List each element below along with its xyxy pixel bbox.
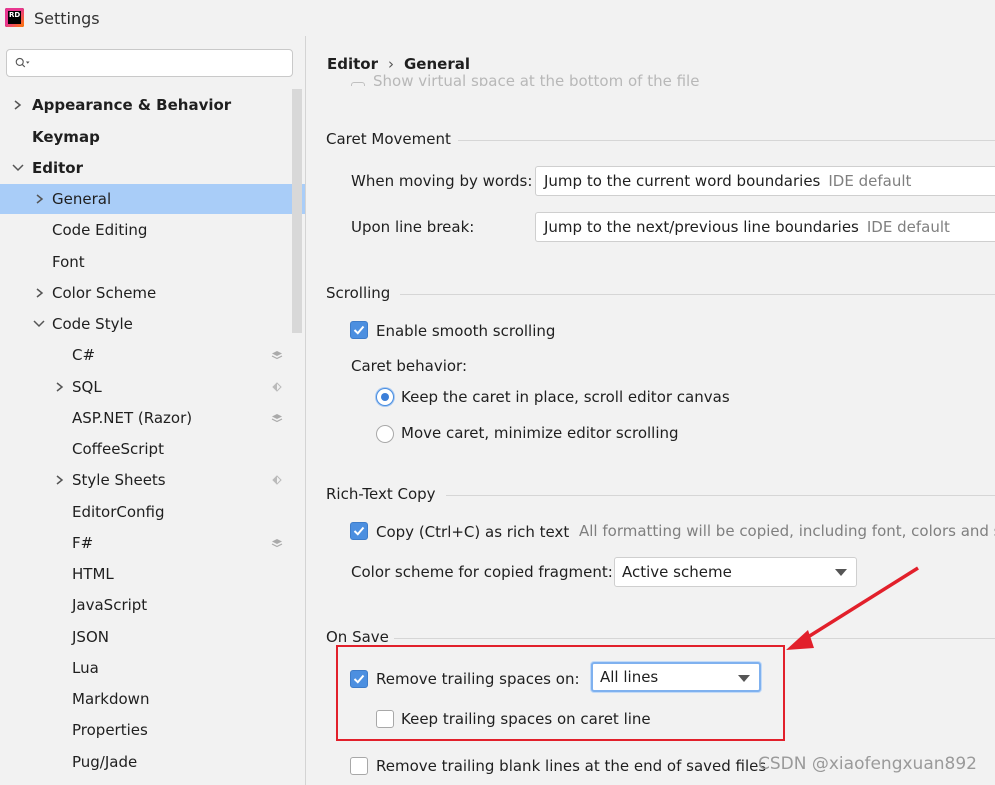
tree-item-aspnet[interactable]: ASP.NET (Razor) — [0, 403, 305, 433]
chevron-down-icon — [33, 309, 45, 339]
rider-logo-icon: RD — [5, 8, 24, 27]
section-on-save: On Save — [326, 628, 389, 646]
chevron-right-icon — [55, 372, 65, 402]
chevron-right-icon — [55, 465, 65, 495]
layers-icon — [271, 351, 283, 360]
move-caret-radio[interactable] — [376, 425, 394, 443]
caret-behavior-label: Caret behavior: — [351, 357, 468, 375]
breadcrumb-current: General — [404, 55, 470, 73]
section-caret-movement: Caret Movement — [326, 130, 451, 148]
move-caret-label: Move caret, minimize editor scrolling — [401, 424, 679, 442]
tree-item-sql[interactable]: SQL — [0, 372, 305, 402]
search-input[interactable] — [6, 49, 293, 77]
chevron-right-icon — [35, 184, 45, 214]
words-combo[interactable]: Jump to the current word boundaries IDE d… — [535, 166, 995, 196]
tree-item-markdown[interactable]: Markdown — [0, 684, 305, 714]
settings-sidebar: Appearance & Behavior Keymap Editor Gene… — [0, 36, 305, 785]
tree-item-appearance[interactable]: Appearance & Behavior — [0, 90, 305, 120]
tree-item-pug-jade[interactable]: Pug/Jade — [0, 747, 305, 777]
check-icon — [353, 526, 365, 536]
divider — [400, 294, 995, 295]
words-label: When moving by words: — [351, 172, 533, 190]
remove-blank-lines-label: Remove trailing blank lines at the end o… — [376, 757, 767, 775]
watermark: CSDN @xiaofengxuan892 — [758, 754, 977, 774]
color-scheme-label: Color scheme for copied fragment: — [351, 563, 613, 581]
layers-icon — [271, 539, 283, 548]
tree-item-editor[interactable]: Editor — [0, 153, 305, 183]
tree-item-style-sheets[interactable]: Style Sheets — [0, 465, 305, 495]
annotation-highlight-box — [336, 645, 785, 741]
tree-item-fsharp[interactable]: F# — [0, 528, 305, 558]
chevron-right-icon — [35, 278, 45, 308]
chevron-down-icon — [12, 153, 24, 183]
tree-item-javascript[interactable]: JavaScript — [0, 590, 305, 620]
annotation-arrow-icon — [786, 566, 919, 650]
scrolled-off-option: Show virtual space at the bottom of the … — [351, 72, 699, 86]
remove-blank-lines-checkbox[interactable] — [350, 757, 368, 775]
rich-text-checkbox[interactable] — [350, 522, 368, 540]
line-break-combo[interactable]: Jump to the next/previous line boundarie… — [535, 212, 995, 242]
sidebar-scrollbar[interactable] — [292, 89, 302, 333]
window-title: Settings — [34, 9, 100, 28]
line-break-label: Upon line break: — [351, 218, 475, 236]
tree-item-lua[interactable]: Lua — [0, 653, 305, 683]
tree-item-code-style[interactable]: Code Style — [0, 309, 305, 339]
smooth-scrolling-checkbox[interactable] — [350, 321, 368, 339]
section-rich-text-copy: Rich-Text Copy — [326, 485, 436, 503]
tree-item-html[interactable]: HTML — [0, 559, 305, 589]
tree-item-csharp[interactable]: C# — [0, 340, 305, 370]
section-scrolling: Scrolling — [326, 284, 391, 302]
title-bar: RD Settings — [0, 0, 995, 36]
tree-item-json[interactable]: JSON — [0, 622, 305, 652]
check-icon — [353, 325, 365, 335]
rich-text-label: Copy (Ctrl+C) as rich text — [376, 523, 570, 541]
tree-item-keymap[interactable]: Keymap — [0, 122, 305, 152]
tree-item-color-scheme[interactable]: Color Scheme — [0, 278, 305, 308]
half-layers-icon — [272, 382, 282, 392]
tree-item-coffeescript[interactable]: CoffeeScript — [0, 434, 305, 464]
keep-caret-radio[interactable] — [376, 388, 394, 406]
tree-item-general[interactable]: General — [0, 184, 305, 214]
breadcrumb-parent[interactable]: Editor — [327, 55, 378, 73]
keep-caret-label: Keep the caret in place, scroll editor c… — [401, 388, 730, 406]
tree-item-properties[interactable]: Properties — [0, 715, 305, 745]
divider — [446, 495, 995, 496]
breadcrumb: Editor › General — [327, 55, 470, 73]
divider — [458, 140, 995, 141]
tree-item-font[interactable]: Font — [0, 247, 305, 277]
layers-icon — [271, 414, 283, 423]
rich-text-hint: All formatting will be copied, including… — [579, 522, 995, 540]
tree-item-editorconfig[interactable]: EditorConfig — [0, 497, 305, 527]
chevron-right-icon — [13, 90, 23, 120]
half-layers-icon — [272, 475, 282, 485]
smooth-scrolling-label: Enable smooth scrolling — [376, 322, 556, 340]
tree-item-code-editing[interactable]: Code Editing — [0, 215, 305, 245]
search-icon — [15, 57, 30, 68]
